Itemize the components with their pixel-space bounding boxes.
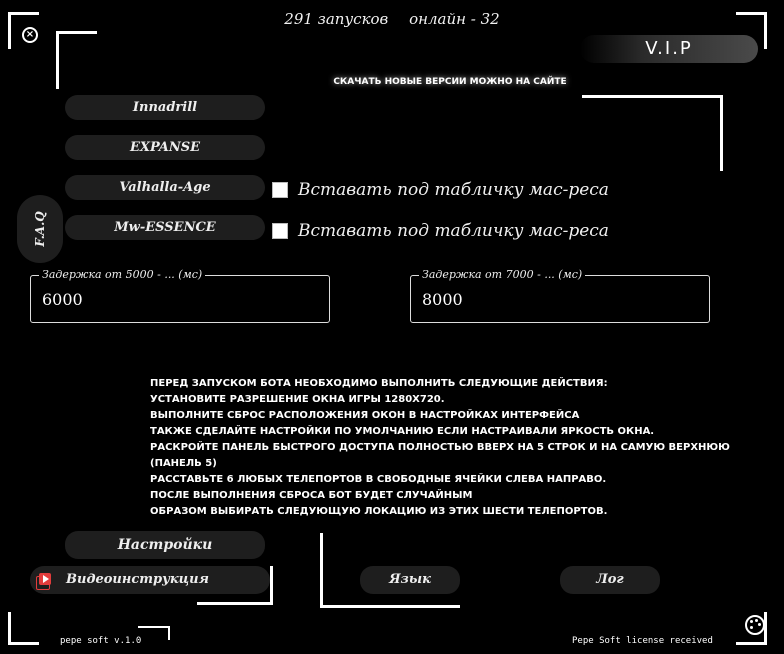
delay-field-1-label: Задержка от 5000 - ... (мс) bbox=[39, 268, 206, 281]
close-icon[interactable]: × bbox=[22, 27, 38, 43]
log-button[interactable]: Лог bbox=[560, 566, 660, 594]
version-label: pepe soft v.1.0 bbox=[60, 636, 142, 646]
instruction-line: РАСКРОЙТЕ ПАНЕЛЬ БЫСТРОГО ДОСТУПА ПОЛНОС… bbox=[150, 442, 730, 469]
frame-bracket-top-left bbox=[56, 31, 97, 89]
corner-bottom-left bbox=[8, 612, 39, 645]
instruction-line: ТАКЖЕ СДЕЛАЙТЕ НАСТРОЙКИ ПО УМОЛЧАНИЮ ЕС… bbox=[150, 426, 655, 437]
video-instruction-label: Видеоинструкция bbox=[66, 572, 209, 587]
delay-field-1-value[interactable]: 6000 bbox=[42, 290, 83, 309]
mass-res-checkbox-2[interactable] bbox=[272, 223, 288, 239]
instruction-line: ОБРАЗОМ ВЫБИРАТЬ СЛЕДУЮЩУЮ ЛОКАЦИЮ ИЗ ЭТ… bbox=[150, 506, 608, 517]
checkbox-row-1[interactable]: Вставать под табличку мас-реса bbox=[272, 180, 609, 200]
mass-res-checkbox-1[interactable] bbox=[272, 182, 288, 198]
video-instruction-button[interactable]: Видеоинструкция bbox=[30, 566, 270, 594]
server-button-innadrill[interactable]: Innadrill bbox=[65, 95, 265, 120]
download-site-note[interactable]: СКАЧАТЬ НОВЫЕ ВЕРСИИ МОЖНО НА САЙТЕ bbox=[300, 77, 600, 87]
frame-bracket-bottom-small bbox=[138, 626, 170, 640]
instruction-line: ПЕРЕД ЗАПУСКОМ БОТА НЕОБХОДИМО ВЫПОЛНИТЬ… bbox=[150, 378, 608, 389]
instruction-line: РАССТАВЬТЕ 6 ЛЮБЫХ ТЕЛЕПОРТОВ В СВОБОДНЫ… bbox=[150, 474, 607, 485]
palette-icon[interactable] bbox=[745, 615, 765, 635]
instruction-line: УСТАНОВИТЕ РАЗРЕШЕНИЕ ОКНА ИГРЫ 1280Х720… bbox=[150, 394, 445, 405]
faq-label: F.A.Q bbox=[33, 211, 47, 247]
settings-button[interactable]: Настройки bbox=[65, 531, 265, 559]
frame-bracket-top-right bbox=[582, 95, 723, 171]
license-label: Pepe Soft license received bbox=[572, 636, 713, 646]
checkbox-row-2[interactable]: Вставать под табличку мас-реса bbox=[272, 221, 609, 241]
online-count: онлайн - 32 bbox=[409, 10, 500, 28]
status-header: 291 запусков онлайн - 32 bbox=[0, 10, 784, 28]
delay-field-2[interactable]: Задержка от 7000 - ... (мс) 8000 bbox=[410, 268, 710, 323]
server-button-mw-essence[interactable]: Mw-ESSENCE bbox=[65, 215, 265, 240]
checkbox-label-2: Вставать под табличку мас-реса bbox=[298, 221, 609, 241]
checkbox-label-1: Вставать под табличку мас-реса bbox=[298, 180, 609, 200]
vip-button[interactable]: V.I.P bbox=[580, 35, 758, 63]
instructions-text: ПЕРЕД ЗАПУСКОМ БОТА НЕОБХОДИМО ВЫПОЛНИТЬ… bbox=[150, 376, 765, 520]
delay-field-2-value[interactable]: 8000 bbox=[422, 290, 463, 309]
video-icon bbox=[39, 573, 51, 585]
delay-field-2-label: Задержка от 7000 - ... (мс) bbox=[419, 268, 586, 281]
delay-field-1[interactable]: Задержка от 5000 - ... (мс) 6000 bbox=[30, 268, 330, 323]
language-button[interactable]: Язык bbox=[360, 566, 460, 594]
instruction-line: ВЫПОЛНИТЕ СБРОС РАСПОЛОЖЕНИЯ ОКОН В НАСТ… bbox=[150, 410, 580, 421]
faq-button[interactable]: F.A.Q bbox=[17, 195, 63, 263]
server-button-valhalla-age[interactable]: Valhalla-Age bbox=[65, 175, 265, 200]
server-button-expanse[interactable]: EXPANSE bbox=[65, 135, 265, 160]
launch-count: 291 запусков bbox=[284, 10, 389, 28]
instruction-line: ПОСЛЕ ВЫПОЛНЕНИЯ СБРОСА БОТ БУДЕТ СЛУЧАЙ… bbox=[150, 490, 473, 501]
